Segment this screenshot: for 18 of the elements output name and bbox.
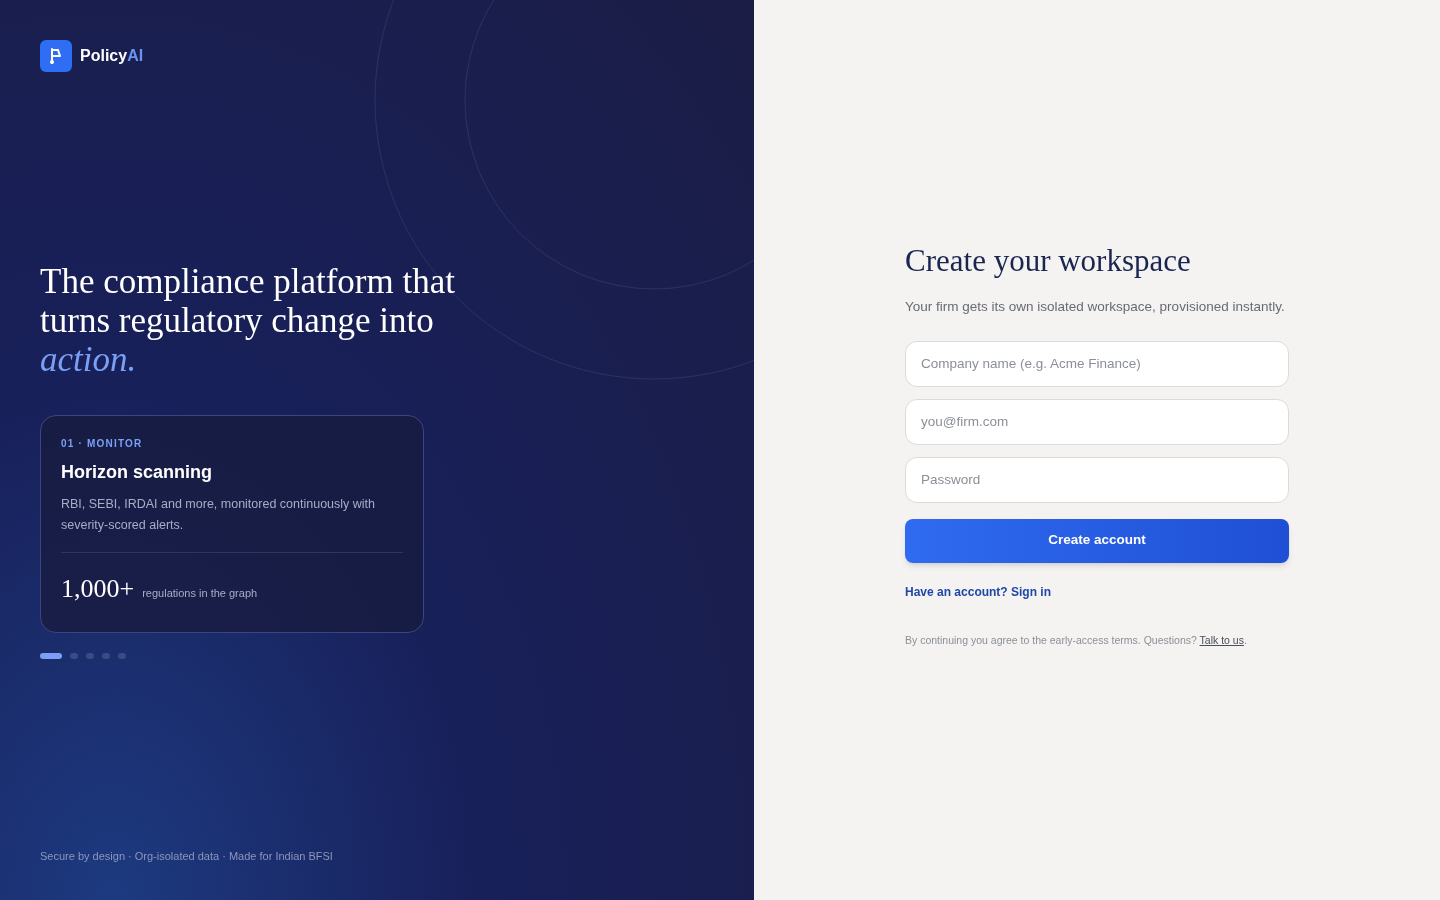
headline: The compliance platform that turns regulatory change into action. [40,262,456,379]
card-eyebrow: 01 · MONITOR [61,437,144,451]
terms-text: By continuing you agree to the early-access terms. Questions? Talk to us. [905,632,1248,648]
form-subtitle: Your firm gets its own isolated workspace, provisioned instantly. [905,297,1286,316]
card-title: Horizon scanning [61,461,213,484]
input-field[interactable]: Password [905,456,1289,503]
talk-to-us-link[interactable]: Talk to us [1199,633,1244,646]
sign-in-link[interactable]: Have an account? Sign in [905,582,1052,601]
logo-icon [40,40,72,72]
form-title: Create your workspace [905,242,1192,280]
input-field[interactable]: you@firm.com [905,398,1289,445]
create-account-button[interactable]: Create account [905,518,1289,563]
footer-text: Secure by design · Org-isolated data · Made for Indian BFSI [40,848,334,864]
stat-value: 1,000+ [61,573,135,605]
stat-label: regulations in the graph [142,586,258,601]
input-field[interactable]: Company name (e.g. Acme Finance) [905,340,1289,387]
brand-name: PolicyAI [80,46,144,66]
card-description: RBI, SEBI, IRDAI and more, monitored continuously with severity-scored alerts. [61,496,377,534]
